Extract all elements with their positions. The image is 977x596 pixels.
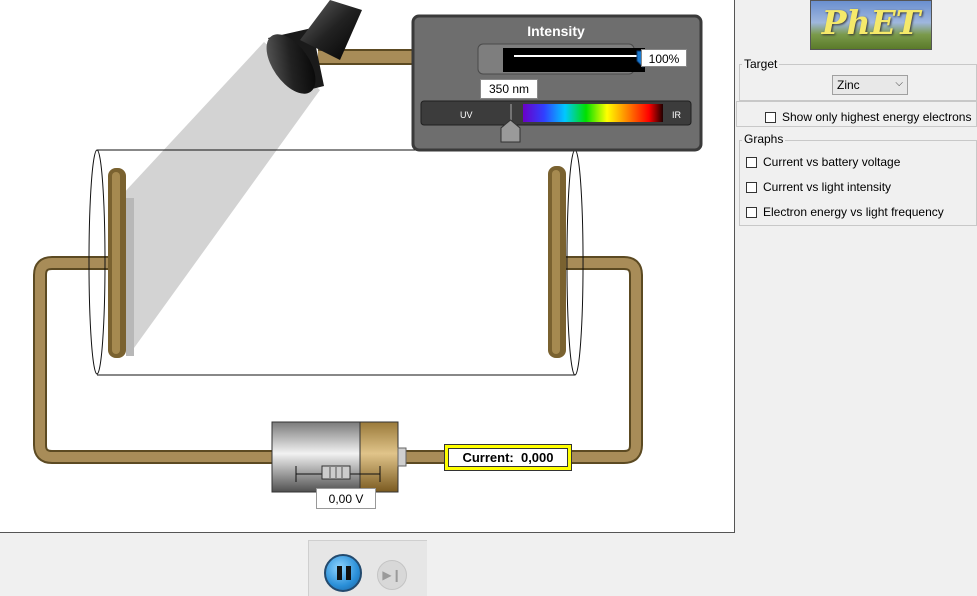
intensity-title: Intensity [527, 23, 585, 39]
light-beam [108, 42, 320, 348]
wavelength-value: 350 nm [480, 79, 538, 99]
wavelength-spectrum[interactable] [523, 104, 663, 122]
step-forward-button[interactable]: ▶❙ [377, 560, 407, 590]
target-select[interactable]: Zinc ⌵ [832, 75, 908, 95]
playback-controls: ▶❙ [308, 540, 427, 596]
graph-checkbox[interactable] [746, 181, 757, 193]
phet-logo[interactable]: PhET [810, 0, 932, 50]
uv-label: UV [460, 110, 473, 120]
graph-option-label: Electron energy vs light frequency [763, 205, 944, 219]
highest-energy-checkbox[interactable] [765, 111, 776, 123]
current-value: Current: 0,000 [448, 448, 568, 467]
intensity-slider-track[interactable] [503, 48, 645, 72]
highest-energy-checkbox-row[interactable]: Show only highest energy electrons [765, 109, 971, 125]
graph-option-label: Current vs battery voltage [763, 155, 901, 169]
phet-logo-text: PhET [821, 3, 921, 42]
graph-option-current-voltage[interactable]: Current vs battery voltage [746, 154, 900, 170]
graph-option-energy-frequency[interactable]: Electron energy vs light frequency [746, 204, 944, 220]
graph-checkbox[interactable] [746, 206, 757, 218]
graph-option-current-intensity[interactable]: Current vs light intensity [746, 179, 891, 195]
graphs-title: Graphs [742, 132, 786, 146]
graph-option-label: Current vs light intensity [763, 180, 892, 194]
intensity-value: 100% [641, 49, 687, 67]
target-title: Target [742, 57, 780, 71]
chevron-down-icon: ⌵ [895, 78, 903, 89]
target-select-value: Zinc [837, 78, 860, 92]
control-panel: PhET Target Zinc ⌵ Show only highest ene… [736, 0, 977, 595]
voltage-value: 0,00 V [316, 488, 376, 509]
pause-button[interactable] [324, 554, 362, 592]
ir-label: IR [672, 110, 681, 120]
graph-checkbox[interactable] [746, 156, 757, 168]
current-readout: Current: 0,000 [444, 444, 572, 471]
simulation-canvas: Intensity 100% 350 nm UV IR Current: 0,0… [0, 0, 735, 533]
highest-energy-label: Show only highest energy electrons [782, 110, 972, 124]
battery [271, 421, 407, 493]
step-forward-icon: ▶❙ [382, 568, 402, 582]
